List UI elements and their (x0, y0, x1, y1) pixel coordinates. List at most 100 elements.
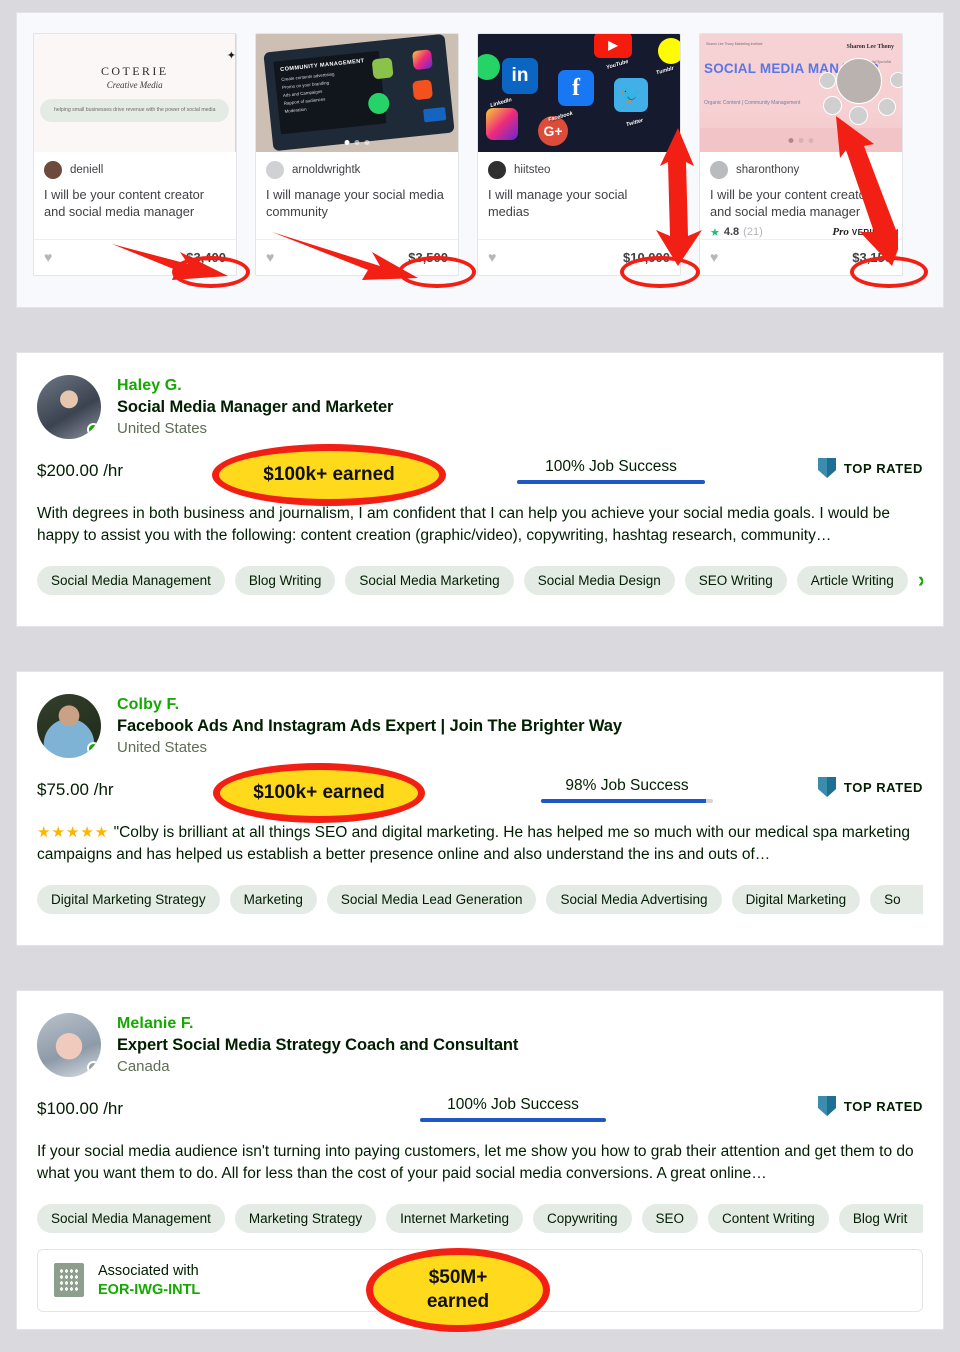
annotation-highlight-earned: $50M+ earned (366, 1248, 550, 1332)
gig-seller[interactable]: deniell (34, 152, 236, 179)
skill-tag[interactable]: Social Media Lead Generation (326, 884, 537, 914)
freelancer-stats: $75.00 /hr 98% Job Success TOP RATED (37, 774, 923, 806)
associated-agency-text: Associated with EOR-IWG-INTL (98, 1263, 200, 1298)
instagram-icon (486, 108, 518, 140)
skill-tag[interactable]: Digital Marketing (731, 884, 861, 914)
annotation-highlight-earned: $100k+ earned (212, 444, 446, 506)
gig-thumbnail[interactable]: in f 🐦 ▶ G+ LinkedIn Facebook Twitter Yo… (478, 34, 680, 152)
job-success: 100% Job Success (505, 458, 717, 484)
shield-icon (817, 458, 836, 478)
freelancer-review-text: "Colby is brilliant at all things SEO an… (37, 824, 910, 864)
skill-tag[interactable]: Blog Writ (838, 1203, 923, 1233)
heart-icon[interactable]: ♥ (488, 249, 496, 265)
skill-tag[interactable]: Social Media Advertising (546, 884, 722, 914)
gig-seller[interactable]: arnoldwrightk (256, 152, 458, 179)
gig-card[interactable]: Sharon Lee Thony Marketing Institute SOC… (699, 33, 903, 276)
skill-tag[interactable]: Content Writing (708, 1203, 829, 1233)
gig-thumb-brand-block: COTERIE Creative Media helping small bus… (34, 34, 235, 152)
skill-tag[interactable]: Social Media Marketing (345, 565, 514, 595)
top-rated-label: TOP RATED (843, 1098, 923, 1114)
job-success-bar-fill (420, 1118, 606, 1122)
avatar (44, 161, 62, 179)
gig-seller[interactable]: sharonthony (700, 152, 902, 179)
carousel-dot[interactable] (364, 140, 370, 145)
annotation-line-2: earned (426, 1291, 490, 1312)
top-rated-label: TOP RATED (843, 779, 923, 795)
pro-label: Pro (832, 226, 849, 239)
gig-card[interactable]: in f 🐦 ▶ G+ LinkedIn Facebook Twitter Yo… (477, 33, 681, 276)
skill-tag[interactable]: Social Media Management (37, 565, 225, 595)
chevron-right-icon[interactable]: › (918, 569, 923, 591)
skill-tag[interactable]: Digital Marketing Strategy (37, 884, 220, 914)
gig-thumb-micro: Sharon Lee Thony Marketing Institute (706, 42, 763, 46)
gig-title[interactable]: I will be your content creator and socia… (34, 179, 236, 221)
portrait-photo (836, 58, 882, 104)
gig-card[interactable]: COTERIE Creative Media helping small bus… (33, 33, 237, 276)
skill-tag[interactable]: Article Writing (796, 565, 908, 595)
freelancer-skill-tags: Digital Marketing Strategy Marketing Soc… (37, 884, 923, 914)
hourly-rate-value: $75.00 (37, 780, 89, 799)
gig-thumb-brand: COTERIE (101, 64, 169, 79)
carousel-dots[interactable] (344, 140, 370, 145)
carousel-dots[interactable] (788, 138, 814, 143)
whatsapp-icon (478, 54, 500, 80)
freelancer-identity: Melanie F. Expert Social Media Strategy … (117, 1013, 518, 1077)
avatar (710, 161, 728, 179)
gig-thumb-tagline: helping small businesses drive revenue w… (40, 99, 230, 122)
skill-tag[interactable]: Marketing Strategy (234, 1203, 377, 1233)
carousel-dot[interactable] (788, 138, 794, 143)
gig-rating-value: 4.8 (723, 226, 740, 239)
gig-seller[interactable]: hiitsteo (478, 152, 680, 179)
skill-tag[interactable]: SEO (641, 1203, 699, 1233)
gig-thumb-person-name: Sharon Lee Thony (846, 44, 894, 50)
carousel-dot[interactable] (808, 138, 814, 143)
carousel-dot[interactable] (354, 140, 360, 145)
freelancer-skill-tags: Social Media Management Blog Writing Soc… (37, 565, 923, 595)
avatar[interactable] (37, 375, 101, 439)
freelancer-stats: $200.00 /hr 100% Job Success TOP RATED (37, 455, 923, 487)
twitter-label: Twitter (625, 117, 644, 129)
gig-title[interactable]: I will manage your social media communit… (256, 179, 458, 221)
gig-seller-name: sharonthony (736, 164, 800, 176)
gig-title[interactable]: I will be your content creator and socia… (700, 179, 902, 221)
gig-title[interactable]: I will manage your social medias (478, 179, 680, 221)
freelancer-card[interactable]: Haley G. Social Media Manager and Market… (16, 352, 944, 627)
freelancer-role: Facebook Ads And Instagram Ads Expert | … (117, 717, 622, 735)
skill-tag[interactable]: Social Media Design (523, 565, 675, 595)
heart-icon[interactable]: ♥ (710, 249, 718, 265)
skill-tag[interactable]: So (870, 884, 923, 914)
facebook-icon: f (558, 70, 594, 106)
carousel-dot[interactable] (798, 138, 804, 143)
gig-seller-name: arnoldwrightk (292, 164, 361, 176)
gig-card[interactable]: COMMUNITY MANAGEMENT Create contents adv… (255, 33, 459, 276)
gig-thumbnail[interactable]: COTERIE Creative Media helping small bus… (34, 34, 236, 152)
avatar[interactable] (37, 1013, 101, 1077)
gig-thumbnail[interactable]: Sharon Lee Thony Marketing Institute SOC… (700, 34, 902, 152)
skill-tag[interactable]: Copywriting (532, 1203, 632, 1233)
carousel-dot[interactable] (344, 140, 350, 145)
hourly-rate-unit: /hr (93, 780, 114, 799)
associated-company[interactable]: EOR-IWG-INTL (98, 1282, 200, 1298)
skill-tag[interactable]: Blog Writing (234, 565, 336, 595)
skill-tag[interactable]: SEO Writing (684, 565, 787, 595)
skill-tag[interactable]: Marketing (229, 884, 317, 914)
gig-cards-panel: COTERIE Creative Media helping small bus… (16, 12, 944, 308)
avatar[interactable] (37, 694, 101, 758)
verified-label: VERIFIED (851, 227, 892, 237)
heart-icon[interactable]: ♥ (44, 249, 52, 265)
freelancer-card[interactable]: Colby F. Facebook Ads And Instagram Ads … (16, 671, 944, 946)
shield-icon (817, 777, 836, 797)
twitter-icon: 🐦 (614, 78, 648, 112)
star-icon: ★ (710, 226, 720, 239)
portrait-photo (819, 72, 836, 89)
skill-tag[interactable]: Internet Marketing (386, 1203, 523, 1233)
gig-thumbnail[interactable]: COMMUNITY MANAGEMENT Create contents adv… (256, 34, 458, 152)
skill-tag[interactable]: Social Media Management (37, 1203, 225, 1233)
freelancer-name[interactable]: Colby F. (117, 696, 622, 714)
job-success-bar-fill (541, 799, 707, 803)
youtube-icon (411, 79, 433, 101)
heart-icon[interactable]: ♥ (266, 249, 274, 265)
freelancer-name[interactable]: Haley G. (117, 377, 393, 395)
freelancer-name[interactable]: Melanie F. (117, 1015, 518, 1033)
screenshot-root: COTERIE Creative Media helping small bus… (0, 0, 960, 1352)
